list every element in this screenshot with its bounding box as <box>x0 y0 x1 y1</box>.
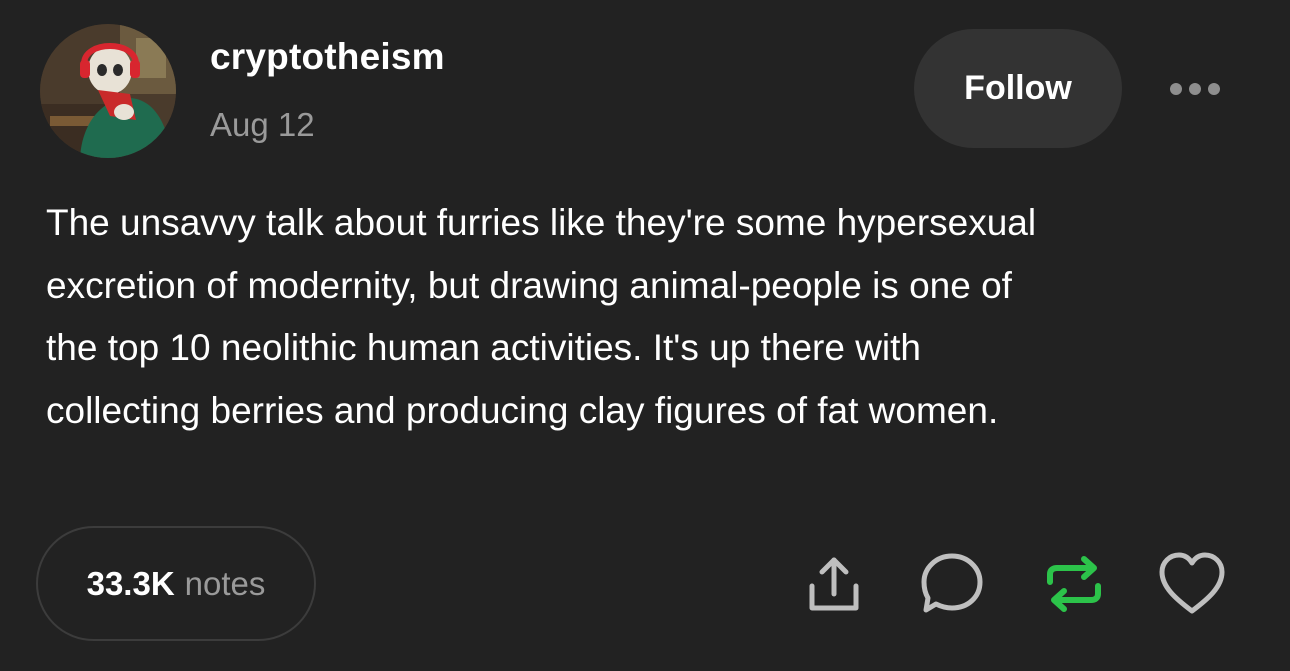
notes-button[interactable]: 33.3K notes <box>36 526 316 641</box>
more-dot <box>1170 83 1182 95</box>
follow-button[interactable]: Follow <box>914 29 1122 148</box>
share-icon[interactable] <box>798 548 870 620</box>
post-date[interactable]: Aug 12 <box>210 106 315 144</box>
notes-label: notes <box>184 564 266 602</box>
post-body-line: The unsavvy talk about furries like they… <box>46 202 1037 243</box>
post-body-line: collecting berries and producing clay fi… <box>46 389 999 431</box>
skeleton-with-headphones-avatar-icon <box>40 24 176 158</box>
heart-icon[interactable] <box>1156 548 1228 620</box>
post-body-line: excretion of modernity, but drawing anim… <box>46 264 1012 306</box>
more-dot <box>1189 83 1201 95</box>
notes-count: 33.3K <box>86 564 175 602</box>
more-dot <box>1208 83 1220 95</box>
post-body: The unsavvy talk about furries like they… <box>46 192 1246 442</box>
author-username[interactable]: cryptotheism <box>210 36 445 78</box>
comment-bubble-icon[interactable] <box>916 548 988 620</box>
more-options-icon[interactable] <box>1160 74 1230 104</box>
reblog-icon[interactable] <box>1038 548 1110 620</box>
author-avatar[interactable] <box>40 24 176 158</box>
post-card: cryptotheism Aug 12 Follow The unsavvy t… <box>0 0 1290 671</box>
post-body-line: the top 10 neolithic human activities. I… <box>46 327 921 368</box>
